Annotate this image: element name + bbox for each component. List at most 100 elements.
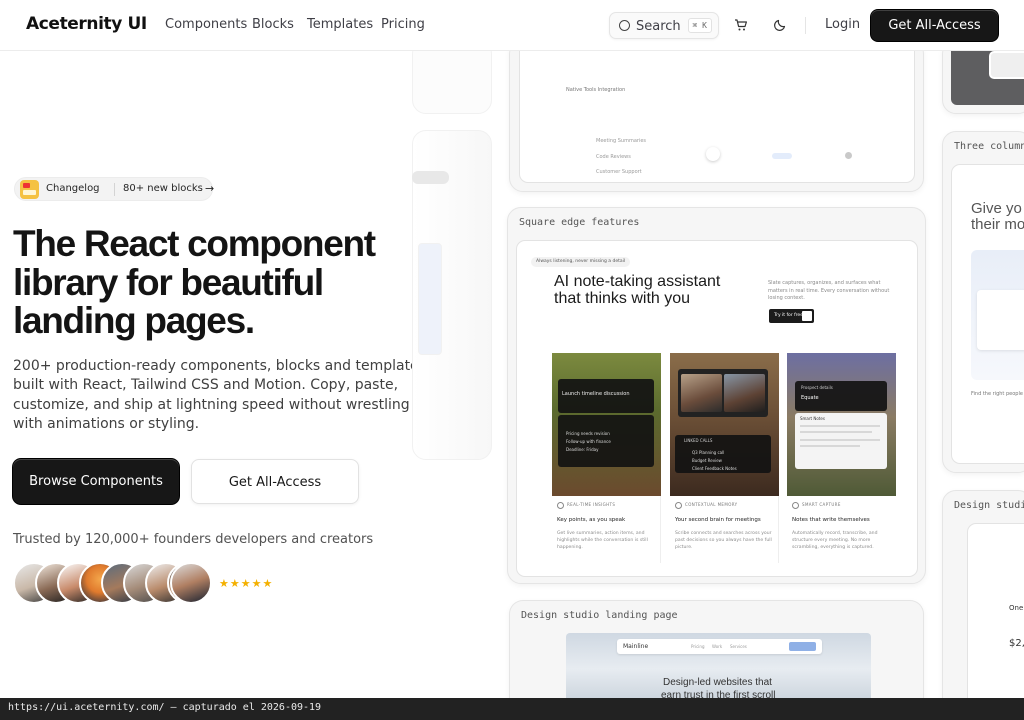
square-edge-features-card[interactable]: Square edge features Always listening, n… bbox=[507, 207, 926, 584]
avatar-stack bbox=[13, 562, 223, 605]
try-free-button[interactable]: Try it for free bbox=[769, 309, 814, 323]
studio-nav-link: Services bbox=[730, 644, 747, 649]
three-column-heading: Give yo their mo bbox=[971, 201, 1024, 233]
panel-title: Prospect details bbox=[801, 385, 833, 390]
nav-divider bbox=[805, 17, 806, 34]
three-column-card[interactable]: Three column Give yo their mo Find the r… bbox=[942, 131, 1024, 473]
faded-pill bbox=[412, 171, 449, 184]
video-call-panel bbox=[678, 369, 768, 417]
studio-cta bbox=[789, 642, 816, 651]
panel-item: Pricing needs revision bbox=[566, 431, 610, 436]
square-edge-preview: Always listening, never missing a detail… bbox=[516, 240, 918, 577]
trusted-by-text: Trusted by 120,000+ founders developers … bbox=[13, 532, 374, 547]
nav-link-pricing[interactable]: Pricing bbox=[381, 17, 425, 32]
ai-headline: AI note-taking assistant that thinks wit… bbox=[554, 273, 721, 307]
people-card bbox=[977, 290, 1024, 350]
get-all-access-button[interactable]: Get All-Access bbox=[871, 10, 998, 41]
feature-icon bbox=[675, 502, 682, 509]
url-caption: https://ui.aceternity.com/ — capturado e… bbox=[8, 702, 322, 713]
changelog-pill[interactable]: Changelog 80+ new blocks → bbox=[14, 177, 215, 201]
feature-body: Automatically record, transcribe, and st… bbox=[792, 531, 878, 550]
panel-item: Equate bbox=[801, 395, 819, 401]
faded-panel bbox=[418, 243, 442, 355]
smart-notes-panel: Smart Notes bbox=[795, 413, 887, 469]
panel-item: Deadline: Friday bbox=[566, 447, 599, 452]
studio-headline: Design-led websites that bbox=[663, 677, 772, 688]
panel-item: Q3 Planning call bbox=[692, 450, 725, 455]
text-line bbox=[800, 425, 880, 427]
feature-image-landscape: Prospect details Equate Smart Notes bbox=[787, 353, 896, 496]
search-shortcut: ⌘ K bbox=[687, 18, 712, 33]
card-title: Three column bbox=[954, 141, 1024, 152]
text-line bbox=[800, 445, 860, 447]
changelog-badge: 80+ new blocks bbox=[123, 183, 203, 194]
panel-title: Launch timeline discussion bbox=[562, 391, 630, 397]
arrow-right-icon: → bbox=[205, 182, 215, 195]
changelog-divider bbox=[114, 183, 115, 196]
panel-title: LINKED CALLS bbox=[684, 438, 713, 443]
feature-heading: Your second brain for meetings bbox=[675, 517, 761, 523]
search-label: Search bbox=[636, 19, 681, 34]
url-caption-bar: https://ui.aceternity.com/ — capturado e… bbox=[0, 698, 1024, 720]
feature-caption: REAL-TIME INSIGHTS bbox=[567, 502, 616, 507]
call-participant bbox=[681, 374, 722, 412]
rating-stars: ★★★★★ bbox=[219, 577, 274, 590]
nav-link-templates[interactable]: Templates bbox=[307, 17, 373, 32]
card-title: Design studio landing page bbox=[521, 610, 678, 621]
node-pill bbox=[772, 153, 792, 159]
feature-heading: Key points, as you speak bbox=[557, 517, 626, 523]
nav-link-components[interactable]: Components bbox=[165, 17, 247, 32]
hero-headline: The React component library for beautifu… bbox=[13, 223, 376, 341]
hero-subtitle: 200+ production-ready components, blocks… bbox=[13, 358, 426, 433]
panel-item: Smart Notes bbox=[800, 416, 825, 421]
feature-caption: SMART CAPTURE bbox=[802, 502, 841, 507]
feature-heading: Notes that write themselves bbox=[792, 517, 870, 523]
feature-caption: CONTEXTUAL MEMORY bbox=[685, 502, 738, 507]
feature-image-forest: Launch timeline discussion Pricing needs… bbox=[552, 353, 661, 496]
search-button[interactable]: Search ⌘ K bbox=[609, 12, 719, 39]
linked-calls-panel: LINKED CALLS Q3 Planning call Budget Rev… bbox=[675, 435, 771, 473]
feature-body: Get live summaries, action items, and hi… bbox=[557, 531, 648, 550]
try-free-label: Try it for free bbox=[774, 313, 803, 318]
node-dot bbox=[845, 152, 852, 159]
feature-body: Scribe connects and searches across your… bbox=[675, 531, 772, 550]
card-title: Design studi bbox=[954, 500, 1024, 511]
logo[interactable]: Aceternity UI bbox=[26, 14, 147, 34]
feature-icon bbox=[557, 502, 564, 509]
avatar bbox=[170, 562, 212, 604]
three-column-preview: Give yo their mo Find the right people bbox=[951, 164, 1024, 464]
studio-nav: Mainline Pricing Work Services bbox=[617, 639, 822, 654]
pricing-title: One F bbox=[1009, 604, 1024, 612]
nav-link-blocks[interactable]: Blocks bbox=[252, 17, 294, 32]
top-navbar: Aceternity UI Components Blocks Template… bbox=[0, 0, 1024, 51]
login-link[interactable]: Login bbox=[825, 17, 860, 32]
design-studio-card-right[interactable]: Design studi One F $2,5 bbox=[942, 490, 1024, 720]
theme-toggle-moon-icon[interactable] bbox=[773, 18, 787, 32]
preview-card-fragment[interactable] bbox=[942, 40, 1024, 114]
panel-item: Follow-up with finance bbox=[566, 439, 611, 444]
hero-get-all-access-button[interactable]: Get All-Access bbox=[191, 459, 359, 504]
pricing-preview: One F $2,5 bbox=[967, 523, 1024, 720]
panel-item: Client Feedback Notes bbox=[692, 466, 737, 471]
call-participant bbox=[724, 374, 765, 412]
browse-components-button[interactable]: Browse Components bbox=[13, 459, 179, 504]
pricing-value: $2,5 bbox=[1009, 638, 1024, 649]
preview-device bbox=[989, 51, 1024, 79]
feature-column: Prospect details Equate Smart Notes SMAR… bbox=[785, 353, 896, 563]
workflow-item: Customer Support bbox=[596, 169, 642, 175]
action-items-panel: Pricing needs revision Follow-up with fi… bbox=[558, 415, 654, 467]
search-icon bbox=[619, 20, 630, 31]
feature-column: Launch timeline discussion Pricing needs… bbox=[550, 353, 661, 563]
workflow-card[interactable]: Native Tools Integration Meeting Summari… bbox=[509, 40, 924, 192]
node-icon bbox=[706, 147, 720, 161]
feature-image-trees: LINKED CALLS Q3 Planning call Budget Rev… bbox=[670, 353, 779, 496]
card-title: Square edge features bbox=[519, 217, 640, 228]
studio-nav-link: Pricing bbox=[691, 644, 705, 649]
listening-badge: Always listening, never missing a detail bbox=[531, 257, 631, 267]
studio-logo: Mainline bbox=[623, 643, 649, 650]
feature-column: LINKED CALLS Q3 Planning call Budget Rev… bbox=[668, 353, 779, 563]
cart-icon[interactable] bbox=[734, 18, 748, 32]
text-line bbox=[800, 431, 872, 433]
discussion-panel: Launch timeline discussion bbox=[558, 379, 654, 413]
text-line bbox=[800, 439, 880, 441]
